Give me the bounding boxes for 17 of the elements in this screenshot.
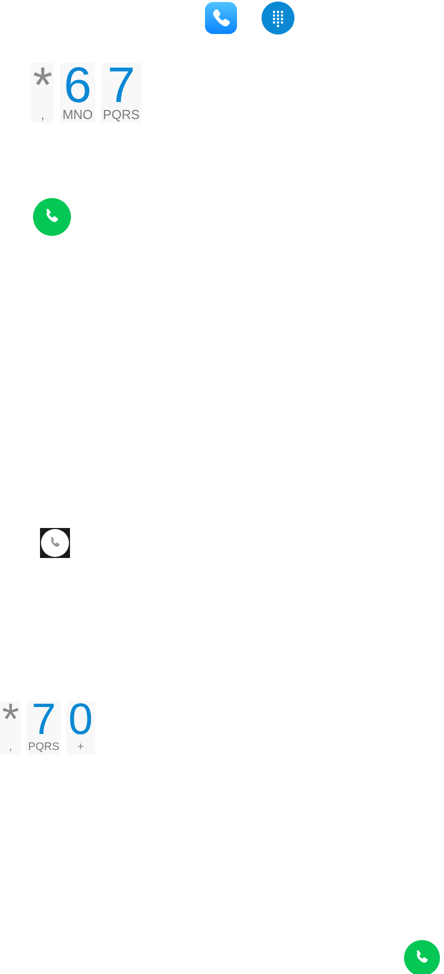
key-letters: , — [40, 107, 45, 123]
key-symbol[interactable]: 7 — [107, 63, 136, 107]
key-letters: PQRS — [28, 740, 60, 755]
phone-app-icon[interactable] — [204, 1, 238, 35]
dialpad-icon[interactable] — [261, 1, 295, 35]
key-letters: , — [9, 740, 12, 755]
phone-icon[interactable] — [40, 528, 70, 558]
key-symbol[interactable]: 6 — [64, 63, 92, 107]
key-letters: PQRS — [102, 107, 140, 123]
key-letters: + — [77, 740, 84, 755]
key-symbol[interactable]: * — [2, 701, 20, 739]
key-symbol[interactable]: * — [33, 63, 52, 107]
key-symbol[interactable]: 0 — [68, 701, 93, 739]
key-symbol[interactable]: 7 — [31, 701, 56, 739]
call-button-icon[interactable] — [404, 940, 440, 974]
key-letters: MNO — [62, 107, 93, 123]
call-button-icon[interactable] — [33, 198, 71, 236]
